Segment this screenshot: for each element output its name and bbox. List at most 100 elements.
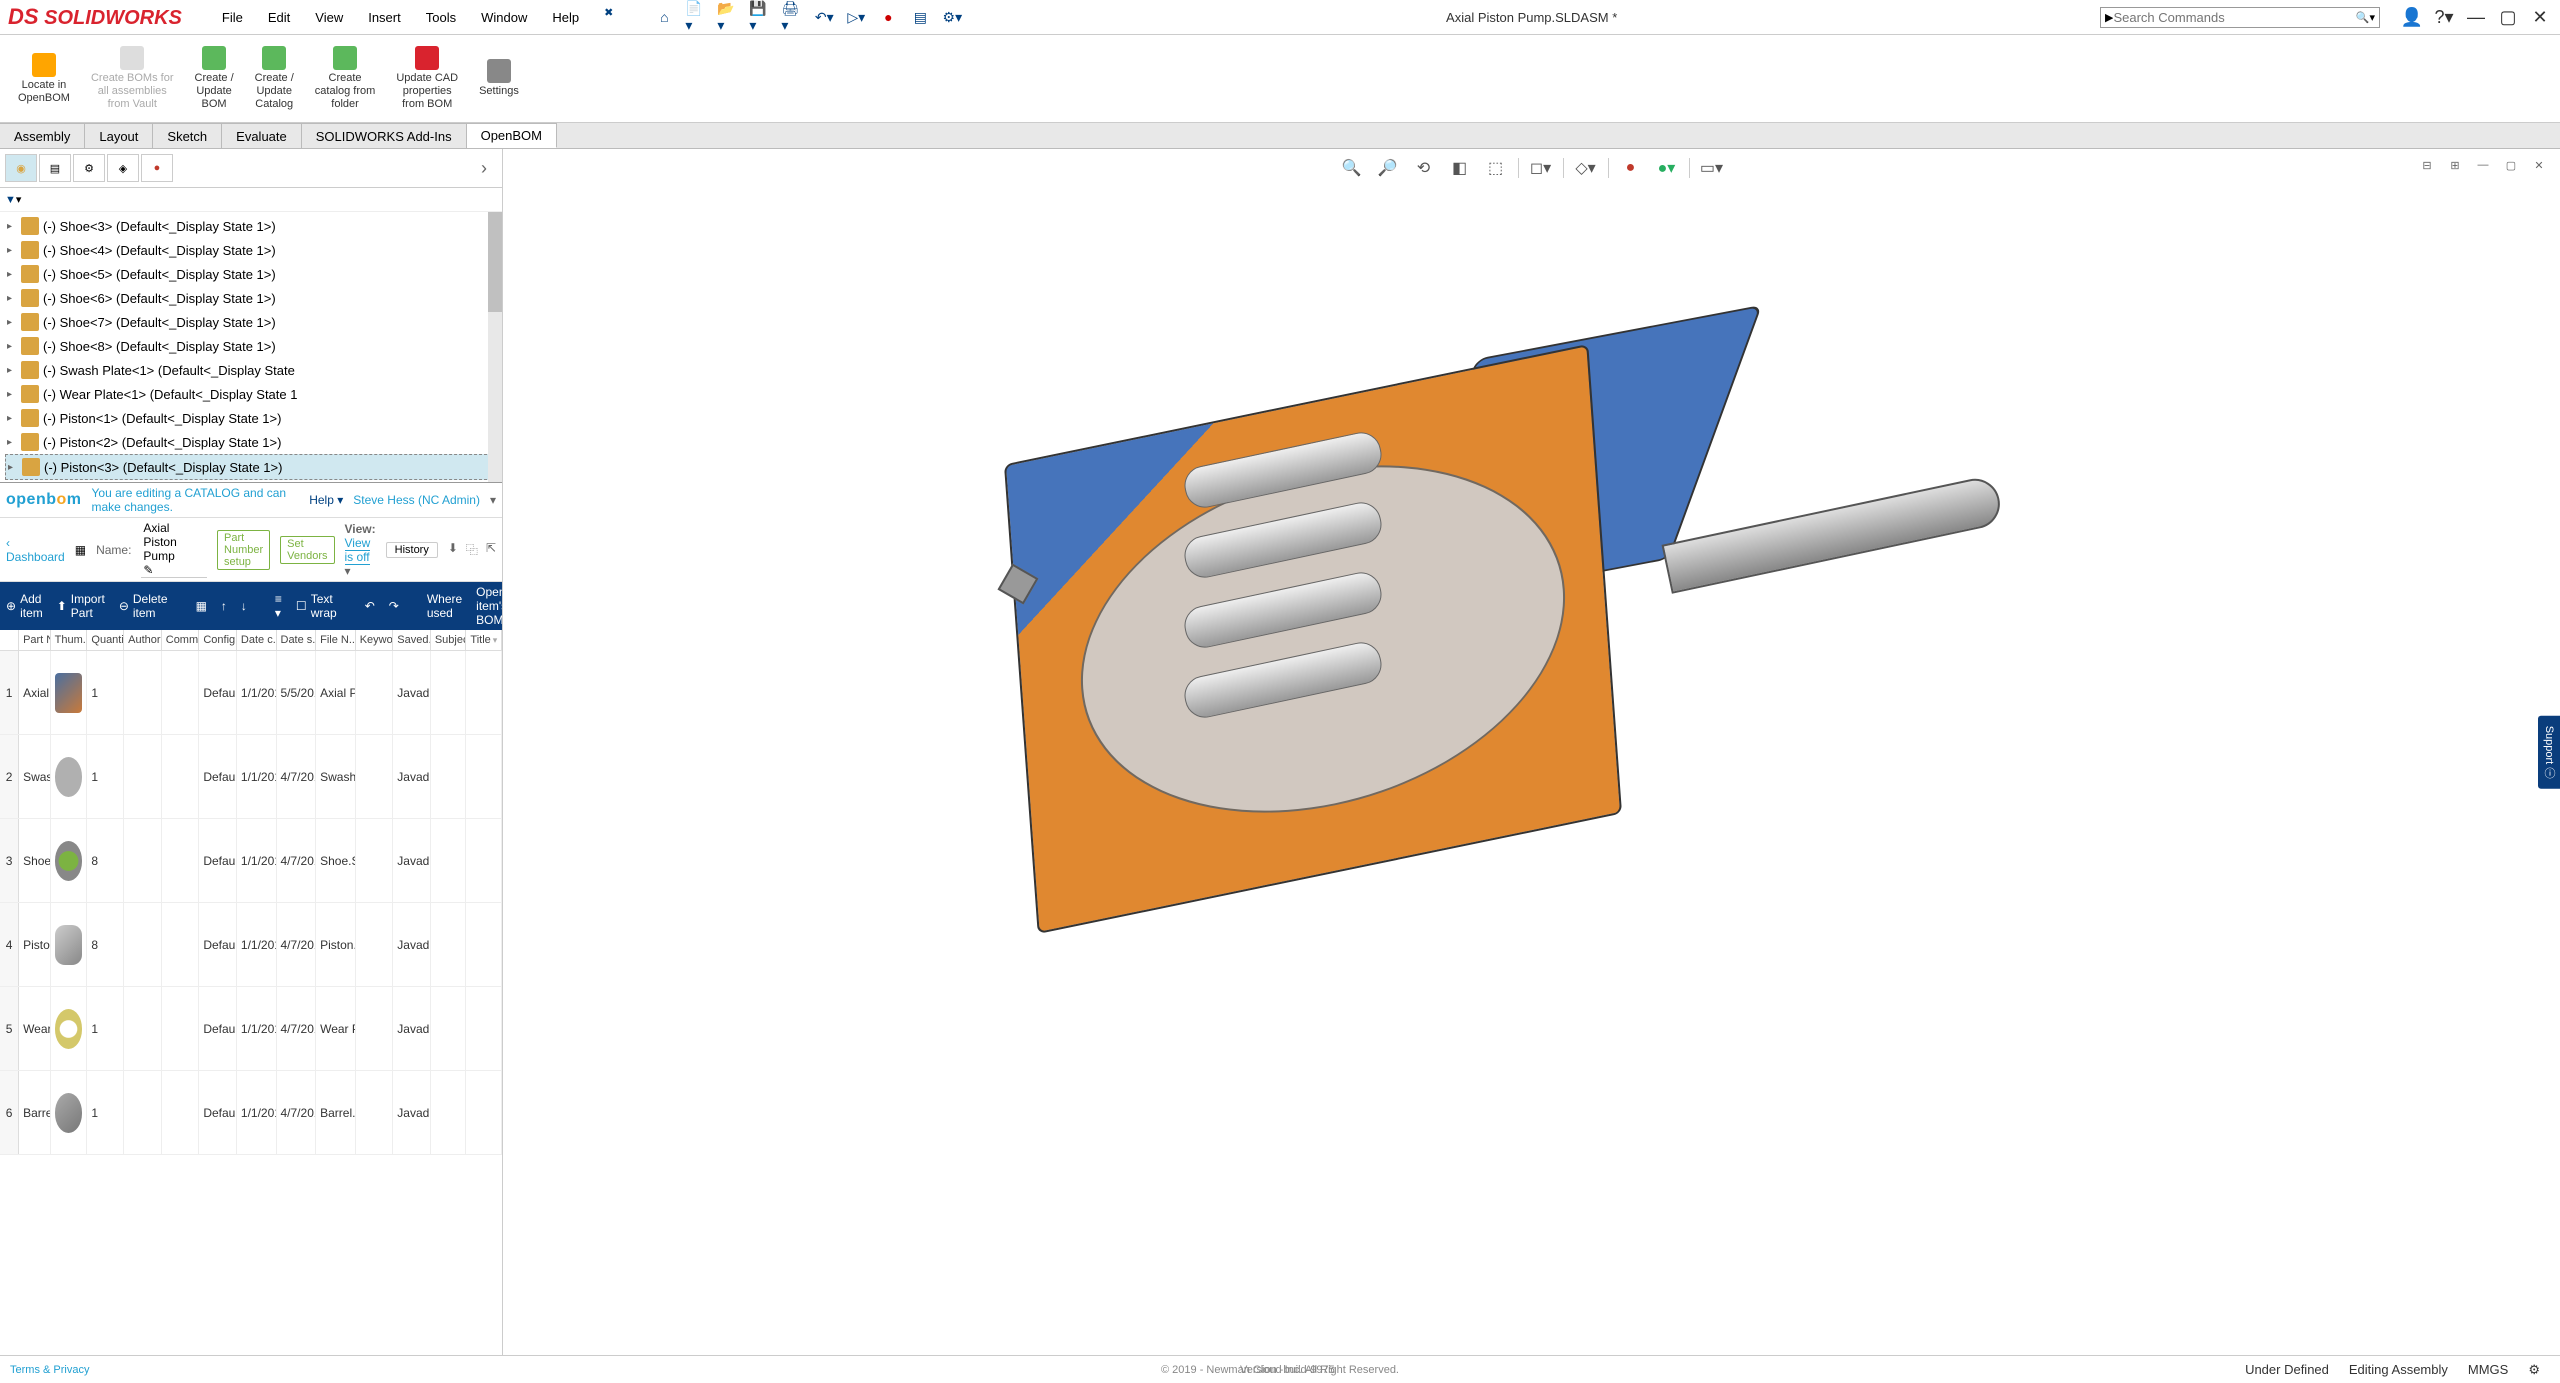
cell-thumbnail[interactable] xyxy=(51,903,88,986)
add-item-button[interactable]: ⊕ Add item xyxy=(6,592,43,620)
tree-scrollbar[interactable] xyxy=(488,212,502,482)
expand-arrow-icon[interactable]: ▸ xyxy=(7,389,17,400)
cell-date-saved[interactable]: 4/7/2016 2:... xyxy=(277,1071,317,1154)
col-date-saved[interactable]: Date s...▾ xyxy=(277,630,317,650)
cell-date-saved[interactable]: 5/5/2016 12... xyxy=(277,651,317,734)
cell-filename[interactable]: Axial Piston... xyxy=(316,651,356,734)
view-dropdown[interactable]: View is off xyxy=(345,536,371,565)
col-saved[interactable]: Saved...▾ xyxy=(393,630,431,650)
cell-part[interactable]: Barrel xyxy=(19,1071,51,1154)
display-style-icon[interactable]: ◻▾ xyxy=(1527,154,1555,182)
col-date-created[interactable]: Date c...▾ xyxy=(237,630,277,650)
cell-title[interactable] xyxy=(466,987,502,1070)
display-tab[interactable]: ● xyxy=(141,154,173,182)
viewport-minimize-icon[interactable]: — xyxy=(2472,154,2494,176)
configuration-tab[interactable]: ⚙ xyxy=(73,154,105,182)
cell-date-saved[interactable]: 4/7/2016 2:... xyxy=(277,903,317,986)
pin-icon[interactable]: ✖ xyxy=(604,6,613,29)
text-wrap-button[interactable]: ☐ Text wrap xyxy=(296,592,337,620)
cell-thumbnail[interactable] xyxy=(51,735,88,818)
tab-openbom[interactable]: OpenBOM xyxy=(467,123,557,148)
support-tab[interactable]: Support ⓘ xyxy=(2538,716,2560,789)
delete-item-button[interactable]: ⊖ Delete item xyxy=(119,592,168,620)
close-button[interactable]: ✕ xyxy=(2528,5,2552,29)
cell-config[interactable]: Default xyxy=(199,651,237,734)
tree-item[interactable]: ▸(-) Shoe<8> (Default<_Display State 1>) xyxy=(5,334,497,358)
tree-filter[interactable]: ▼▾ xyxy=(0,188,502,212)
cell-author[interactable] xyxy=(124,735,162,818)
cell-saved-by[interactable]: Javad xyxy=(393,819,431,902)
hide-show-icon[interactable]: ◇▾ xyxy=(1572,154,1600,182)
cell-comment[interactable] xyxy=(162,903,200,986)
tab-evaluate[interactable]: Evaluate xyxy=(222,123,302,148)
tree-item[interactable]: ▸(-) Shoe<6> (Default<_Display State 1>) xyxy=(5,286,497,310)
create-update-catalog-button[interactable]: Create / Update Catalog xyxy=(247,40,302,117)
folder-icon[interactable]: ▦ xyxy=(75,543,86,557)
cell-keyword[interactable] xyxy=(356,819,394,902)
align-icon[interactable]: ≡ ▾ xyxy=(275,592,282,620)
graphics-viewport[interactable]: 🔍 🔎 ⟲ ◧ ⬚ ◻▾ ◇▾ ● ●▾ ▭▾ ⊟ ⊞ — ▢ ✕ Suppor… xyxy=(503,149,2560,1355)
scroll-thumb[interactable] xyxy=(488,212,502,312)
cell-date-created[interactable]: 1/1/2012 8:... xyxy=(237,819,277,902)
expand-arrow-icon[interactable]: ▸ xyxy=(7,437,17,448)
col-author[interactable]: Author▾ xyxy=(124,630,162,650)
cell-title[interactable] xyxy=(466,651,502,734)
expand-arrow-icon[interactable]: ▸ xyxy=(7,269,17,280)
viewport-close-icon[interactable]: ✕ xyxy=(2528,154,2550,176)
cell-saved-by[interactable]: Javad xyxy=(393,735,431,818)
cell-date-created[interactable]: 1/1/2012 8:... xyxy=(237,987,277,1070)
cell-saved-by[interactable]: Javad xyxy=(393,903,431,986)
copy-icon[interactable]: ⿻ xyxy=(466,541,478,558)
cell-author[interactable] xyxy=(124,1071,162,1154)
tree-item[interactable]: ▸(-) Shoe<4> (Default<_Display State 1>) xyxy=(5,238,497,262)
col-keyword[interactable]: Keywo...▾ xyxy=(356,630,394,650)
tree-item[interactable]: ▸(-) Shoe<7> (Default<_Display State 1>) xyxy=(5,310,497,334)
select-icon[interactable]: ▷▾ xyxy=(845,6,867,28)
cell-thumbnail[interactable] xyxy=(51,987,88,1070)
create-update-bom-button[interactable]: Create / Update BOM xyxy=(187,40,242,117)
search-input[interactable] xyxy=(2113,10,2355,25)
home-icon[interactable]: ⌂ xyxy=(653,6,675,28)
cell-date-saved[interactable]: 4/7/2016 2:... xyxy=(277,987,317,1070)
col-config[interactable]: Config...▾ xyxy=(199,630,237,650)
viewport-nav1-icon[interactable]: ⊟ xyxy=(2416,154,2438,176)
expand-arrow-icon[interactable]: ▸ xyxy=(7,317,17,328)
maximize-button[interactable]: ▢ xyxy=(2496,5,2520,29)
sort-up-icon[interactable]: ↑ xyxy=(221,599,227,613)
cell-title[interactable] xyxy=(466,903,502,986)
expand-arrow-icon[interactable]: ▸ xyxy=(7,341,17,352)
cell-author[interactable] xyxy=(124,987,162,1070)
cell-date-created[interactable]: 1/1/2012 8:... xyxy=(237,735,277,818)
cell-filename[interactable]: Shoe.SLDP... xyxy=(316,819,356,902)
table-row[interactable]: 6 Barrel 1 Default 1/1/2012 8:... 4/7/20… xyxy=(0,1071,502,1155)
cell-subject[interactable] xyxy=(431,903,467,986)
cell-comment[interactable] xyxy=(162,735,200,818)
cell-comment[interactable] xyxy=(162,651,200,734)
create-catalog-folder-button[interactable]: Create catalog from folder xyxy=(307,40,384,117)
settings-icon[interactable]: ⚙▾ xyxy=(941,6,963,28)
menu-tools[interactable]: Tools xyxy=(416,6,466,29)
feature-tree[interactable]: ▸(-) Shoe<3> (Default<_Display State 1>)… xyxy=(0,212,502,482)
open-icon[interactable]: 📂▾ xyxy=(717,6,739,28)
col-title[interactable]: Title▾ xyxy=(466,630,502,650)
cell-thumbnail[interactable] xyxy=(51,1071,88,1154)
menu-edit[interactable]: Edit xyxy=(258,6,300,29)
cell-comment[interactable] xyxy=(162,987,200,1070)
col-part[interactable]: Part N...▾ xyxy=(19,630,51,650)
table-row[interactable]: 1 Axial Pist... 1 Default 1/1/2012 9:...… xyxy=(0,651,502,735)
search-icon[interactable]: 🔍▾ xyxy=(2356,11,2375,24)
tab-addins[interactable]: SOLIDWORKS Add-Ins xyxy=(302,123,467,148)
menu-insert[interactable]: Insert xyxy=(358,6,411,29)
tree-item[interactable]: ▸(-) Piston<3> (Default<_Display State 1… xyxy=(5,454,497,480)
cell-subject[interactable] xyxy=(431,987,467,1070)
cell-part[interactable]: Wear Plate xyxy=(19,987,51,1070)
cell-saved-by[interactable]: Javad xyxy=(393,1071,431,1154)
status-settings-icon[interactable]: ⚙ xyxy=(2528,1362,2540,1378)
options-icon[interactable]: ▤ xyxy=(909,6,931,28)
col-subject[interactable]: Subject▾ xyxy=(431,630,467,650)
tab-sketch[interactable]: Sketch xyxy=(153,123,222,148)
cell-title[interactable] xyxy=(466,1071,502,1154)
import-part-button[interactable]: ⬆ Import Part xyxy=(57,592,105,620)
new-doc-icon[interactable]: 📄▾ xyxy=(685,6,707,28)
cell-part[interactable]: Swash Plate xyxy=(19,735,51,818)
